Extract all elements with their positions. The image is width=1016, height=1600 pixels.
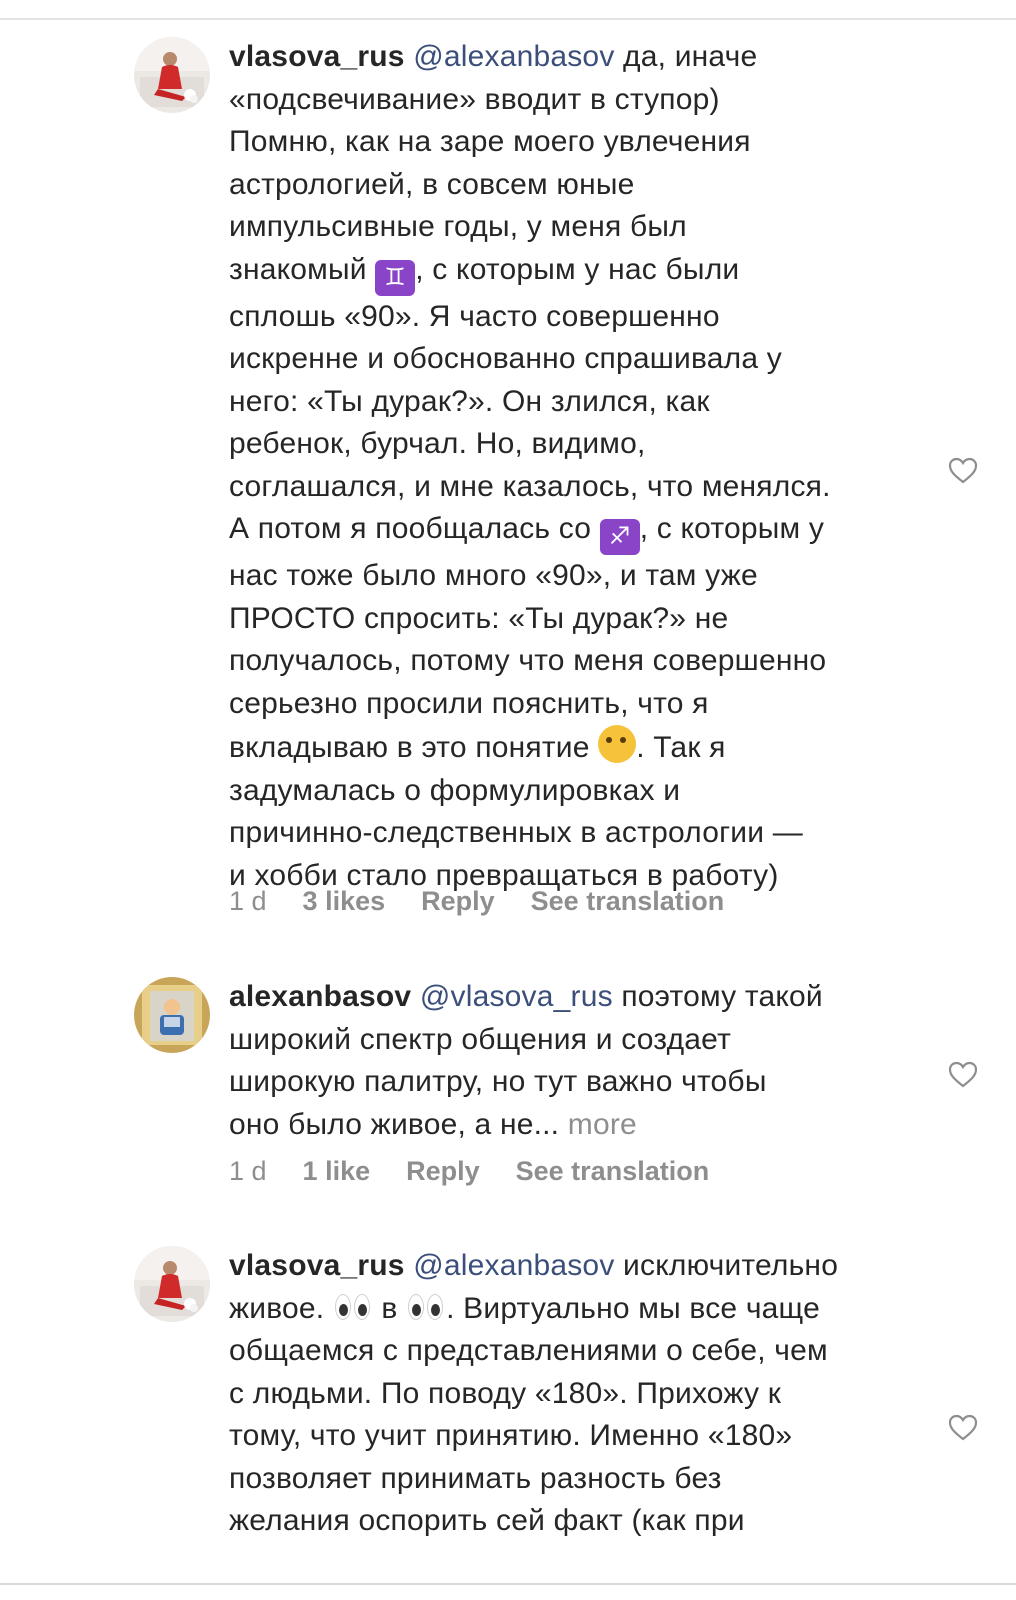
see-translation-button[interactable]: See translation [516,1156,710,1186]
reply-button[interactable]: Reply [421,886,495,916]
comment-text: alexanbasov @vlasova_rus поэтому такой ш… [229,976,919,1146]
comment-username[interactable]: vlasova_rus [229,1249,405,1282]
heart-outline-icon[interactable] [948,1060,978,1088]
comment-text-part: да, иначе «подсвечивание» вводит в ступо… [229,40,758,286]
avatar[interactable] [134,1246,210,1322]
avatar[interactable] [134,37,210,113]
sagittarius-emoji: ♐ [599,519,640,555]
comment-username[interactable]: vlasova_rus [229,40,405,73]
eyes-emoji [333,1292,373,1322]
comment-mention[interactable]: @vlasova_rus [420,980,613,1013]
see-translation-button[interactable]: See translation [531,886,725,916]
comment-mention[interactable]: @alexanbasov [413,1249,614,1282]
comment-mention[interactable]: @alexanbasov [413,40,614,73]
heart-outline-icon[interactable] [948,1413,978,1441]
bottom-divider [0,1583,1016,1585]
avatar[interactable] [134,977,210,1053]
comment-time: 1 d [229,1156,267,1186]
comment-text-part: , с которым у нас тоже было много «90», … [229,512,827,764]
likes-count[interactable]: 1 like [303,1156,371,1186]
comment-text: vlasova_rus @alexanbasov да, иначе «подс… [229,36,919,897]
eyes-emoji [406,1292,446,1322]
heart-outline-icon[interactable] [948,456,978,484]
more-link[interactable]: more [568,1108,637,1141]
comment-username[interactable]: alexanbasov [229,980,411,1013]
comment-meta: 1 d 3 likes Reply See translation [229,886,760,917]
comment-meta: 1 d 1 like Reply See translation [229,1156,745,1187]
gemini-emoji: ♊ [375,259,416,296]
reply-button[interactable]: Reply [406,1156,480,1186]
comment-text-part: в [372,1291,407,1325]
comment-text: vlasova_rus @alexanbasov исключительно ж… [229,1245,919,1543]
top-divider [0,18,1016,20]
likes-count[interactable]: 3 likes [303,886,386,916]
comment-time: 1 d [229,886,267,916]
thinking-face-emoji [598,725,637,763]
comment-text-part: , с которым у нас были сплошь «90». Я ча… [229,252,831,546]
comment-text-part: . Виртуально мы все чаще общаемся с пред… [229,1291,828,1538]
